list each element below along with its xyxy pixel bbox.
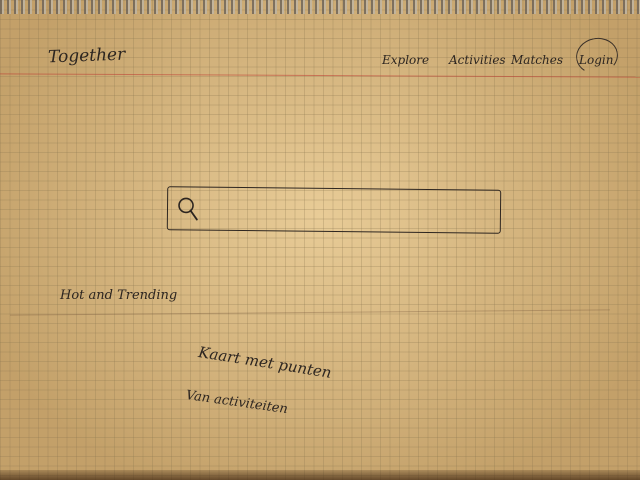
nav-item-explore[interactable]: Explore <box>382 53 429 67</box>
section-title-hot-trending: Hot and Trending <box>60 288 178 303</box>
page-edge <box>0 470 640 480</box>
search-bar[interactable] <box>166 186 502 234</box>
brand-logo[interactable]: Together <box>48 45 126 68</box>
search-input[interactable] <box>203 193 495 227</box>
spiral-binding <box>0 0 640 14</box>
nav-item-activities[interactable]: Activities <box>449 53 506 67</box>
nav-item-matches[interactable]: Matches <box>511 53 563 67</box>
search-icon[interactable] <box>176 195 200 221</box>
nav-item-login[interactable]: Login <box>579 53 613 67</box>
